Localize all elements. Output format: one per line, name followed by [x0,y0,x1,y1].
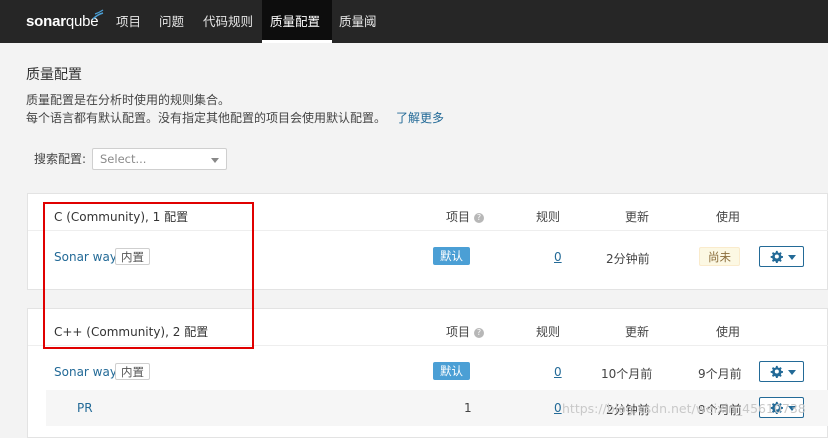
search-label: 搜索配置: [34,152,87,166]
search-placeholder: Select... [100,152,147,166]
question-icon[interactable]: ? [474,213,485,223]
nav-projects[interactable]: 项目 [108,0,149,43]
question-icon[interactable]: ? [474,328,485,338]
col-rules-header: 规则 [536,325,561,339]
learn-more-link[interactable]: 了解更多 [396,111,444,125]
profile-actions-button[interactable] [759,361,804,382]
search-profile-select[interactable]: Select... [92,148,227,170]
logo-wave-icon [92,9,104,20]
profile-name-link[interactable]: PR [77,401,93,415]
col-projects-header: 项目? [446,208,485,225]
nav-quality-profiles[interactable]: 质量配置 [262,0,332,43]
col-used-header: 使用 [716,210,741,224]
col-projects-label: 项目 [446,325,471,339]
nav-issues[interactable]: 问题 [151,0,192,43]
updated-time: 10个月前 [601,367,653,381]
gear-icon [770,365,783,378]
projects-count: 1 [464,401,472,415]
rules-count-link[interactable]: 0 [554,365,562,379]
col-updated-header: 更新 [625,210,650,224]
chevron-down-icon [788,370,796,375]
col-used-header: 使用 [716,325,741,339]
unused-badge: 尚未 [699,247,740,266]
rules-count-link[interactable]: 0 [554,250,562,264]
rules-count-link[interactable]: 0 [554,401,562,415]
updated-time: 2分钟前 [606,252,650,266]
page-description-2: 每个语言都有默认配置。没有指定其他配置的项目会使用默认配置。 了解更多 [26,109,444,126]
col-updated-header: 更新 [625,325,650,339]
chevron-down-icon [211,158,219,163]
col-projects-label: 项目 [446,210,471,224]
col-rules-header: 规则 [536,210,561,224]
page-description-1: 质量配置是在分析时使用的规则集合。 [26,93,231,107]
col-projects-header: 项目? [446,323,485,340]
nav-rules[interactable]: 代码规则 [195,0,261,43]
sonarqube-logo[interactable]: sonarqube [26,9,104,30]
logo-text-bold: sonar [26,13,66,30]
page-description-2-text: 每个语言都有默认配置。没有指定其他配置的项目会使用默认配置。 [26,111,387,125]
chevron-down-icon [788,255,796,260]
top-navbar: sonarqube 项目 问题 代码规则 质量配置 质量阈 [0,0,828,43]
watermark-text: https://blog.csdn.net/weixin_45610738 [562,401,806,416]
gear-icon [770,250,783,263]
builtin-badge: 内置 [115,363,150,380]
used-time: 9个月前 [698,367,742,381]
profile-name-link[interactable]: Sonar way [54,365,117,379]
nav-quality-gates[interactable]: 质量阈 [331,0,385,43]
default-badge: 默认 [433,247,470,265]
default-badge: 默认 [433,362,470,380]
page-title: 质量配置 [26,67,82,83]
profile-actions-button[interactable] [759,246,804,267]
profile-row: Sonar way 内置 默认 0 10个月前 9个月前 [28,354,828,390]
highlight-annotation-box [43,202,254,349]
